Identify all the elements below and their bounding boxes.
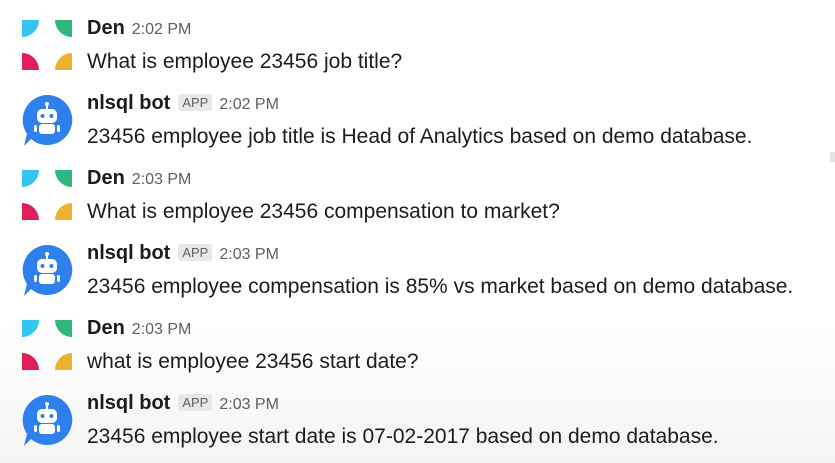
message-item: Den 2:03 PM What is employee 23456 compe… <box>0 167 835 242</box>
slack-quad-avatar-icon[interactable] <box>19 317 75 373</box>
app-badge: APP <box>178 94 213 111</box>
message-item: nlsql bot APP 2:03 PM 23456 employee com… <box>0 242 835 317</box>
sender-name[interactable]: Den <box>87 167 125 190</box>
robot-chat-bubble-icon[interactable] <box>19 392 75 448</box>
scrollbar-edge[interactable] <box>830 152 835 162</box>
chat-message-list: Den 2:02 PM What is employee 23456 job t… <box>0 0 835 463</box>
message-text: 23456 employee compensation is 85% vs ma… <box>87 275 794 298</box>
timestamp[interactable]: 2:03 PM <box>219 396 279 414</box>
timestamp[interactable]: 2:02 PM <box>132 21 192 39</box>
message-header: nlsql bot APP 2:02 PM <box>87 92 279 122</box>
app-badge: APP <box>178 394 213 411</box>
timestamp[interactable]: 2:03 PM <box>132 171 192 189</box>
app-badge: APP <box>178 244 213 261</box>
message-header: nlsql bot APP 2:03 PM <box>87 242 279 272</box>
sender-name[interactable]: nlsql bot <box>87 242 170 265</box>
message-header: nlsql bot APP 2:03 PM <box>87 392 279 422</box>
message-header: Den 2:03 PM <box>87 317 191 347</box>
message-item: Den 2:03 PM what is employee 23456 start… <box>0 317 835 392</box>
message-header: Den 2:03 PM <box>87 167 191 197</box>
message-text: what is employee 23456 start date? <box>87 350 419 373</box>
message-header: Den 2:02 PM <box>87 17 191 47</box>
sender-name[interactable]: Den <box>87 17 125 40</box>
slack-quad-avatar-icon[interactable] <box>19 17 75 73</box>
timestamp[interactable]: 2:03 PM <box>132 321 192 339</box>
message-item: nlsql bot APP 2:03 PM 23456 employee sta… <box>0 392 835 463</box>
message-item: Den 2:02 PM What is employee 23456 job t… <box>0 17 835 92</box>
robot-chat-bubble-icon[interactable] <box>19 92 75 148</box>
sender-name[interactable]: nlsql bot <box>87 392 170 415</box>
robot-chat-bubble-icon[interactable] <box>19 242 75 298</box>
sender-name[interactable]: nlsql bot <box>87 92 170 115</box>
message-text: 23456 employee start date is 07-02-2017 … <box>87 425 719 448</box>
sender-name[interactable]: Den <box>87 317 125 340</box>
timestamp[interactable]: 2:03 PM <box>219 246 279 264</box>
message-text: What is employee 23456 compensation to m… <box>87 200 560 223</box>
message-item: nlsql bot APP 2:02 PM 23456 employee job… <box>0 92 835 167</box>
slack-quad-avatar-icon[interactable] <box>19 167 75 223</box>
timestamp[interactable]: 2:02 PM <box>219 96 279 114</box>
message-text: What is employee 23456 job title? <box>87 50 403 73</box>
message-text: 23456 employee job title is Head of Anal… <box>87 125 753 148</box>
